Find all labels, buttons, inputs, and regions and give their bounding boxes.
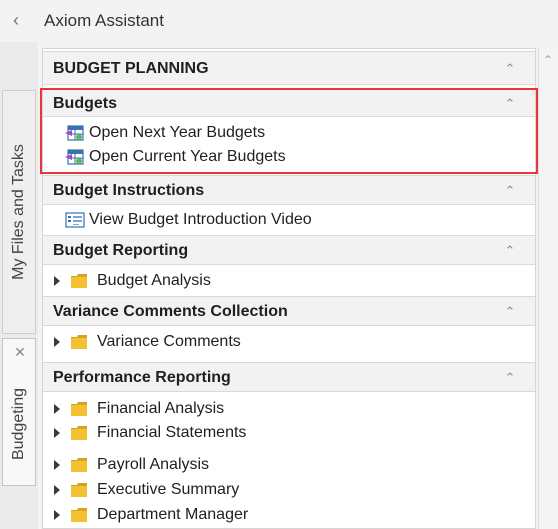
expand-arrow-icon[interactable]	[54, 276, 60, 286]
side-tab-strip: My Files and Tasks ✕ Budgeting	[0, 42, 38, 529]
folder-icon	[71, 458, 87, 472]
section-header-performance-reporting[interactable]: Performance Reporting ⌃	[43, 362, 535, 392]
section-header-budget-planning[interactable]: BUDGET PLANNING ⌃	[43, 51, 535, 85]
chevron-up-icon[interactable]: ⌃	[503, 370, 517, 385]
top-bar: ‹ Axiom Assistant	[0, 0, 558, 42]
chevron-up-icon[interactable]: ⌃	[503, 304, 517, 319]
folder-label: Variance Comments	[97, 333, 241, 350]
video-icon	[65, 212, 85, 228]
section-title: BUDGET PLANNING	[53, 60, 209, 77]
task-view-budget-introduction-video[interactable]: View Budget Introduction Video	[43, 209, 535, 231]
folder-label: Financial Statements	[97, 424, 247, 441]
task-open-current-year-budgets[interactable]: Open Current Year Budgets	[43, 146, 535, 168]
folder-icon	[71, 508, 87, 522]
expand-arrow-icon[interactable]	[54, 428, 60, 438]
tab-label: My Files and Tasks	[10, 144, 27, 280]
folder-variance-comments[interactable]: Variance Comments	[43, 331, 535, 353]
close-icon[interactable]: ✕	[13, 345, 27, 359]
folder-icon	[71, 483, 87, 497]
expand-arrow-icon[interactable]	[54, 510, 60, 520]
task-open-next-year-budgets[interactable]: Open Next Year Budgets	[43, 122, 535, 144]
folder-budget-analysis[interactable]: Budget Analysis	[43, 270, 535, 292]
folder-icon	[71, 402, 87, 416]
task-label: Open Next Year Budgets	[89, 124, 266, 141]
folder-executive-summary[interactable]: Executive Summary	[43, 479, 535, 501]
section-header-budget-instructions[interactable]: Budget Instructions ⌃	[43, 175, 535, 205]
expand-arrow-icon[interactable]	[54, 337, 60, 347]
folder-label: Executive Summary	[97, 481, 240, 498]
budget-grid-icon	[65, 149, 84, 165]
chevron-left-icon[interactable]: ‹	[13, 10, 29, 30]
folder-icon	[71, 274, 87, 288]
expand-arrow-icon[interactable]	[54, 404, 60, 414]
section-header-budget-reporting[interactable]: Budget Reporting ⌃	[43, 235, 535, 265]
section-header-variance-comments-collection[interactable]: Variance Comments Collection ⌃	[43, 296, 535, 326]
expand-arrow-icon[interactable]	[54, 485, 60, 495]
vertical-scrollbar[interactable]: ⌃	[538, 48, 556, 529]
section-title: Performance Reporting	[53, 369, 231, 386]
tab-budgeting[interactable]: ✕ Budgeting	[2, 338, 36, 486]
folder-label: Budget Analysis	[97, 272, 211, 289]
folder-icon	[71, 426, 87, 440]
app-title: Axiom Assistant	[44, 11, 164, 30]
task-pane: BUDGET PLANNING ⌃ Budgets ⌃ Open Next Ye…	[42, 48, 536, 529]
folder-label: Payroll Analysis	[97, 456, 210, 473]
folder-label: Department Manager	[97, 506, 249, 523]
folder-department-manager[interactable]: Department Manager	[43, 504, 535, 526]
section-title: Budget Instructions	[53, 182, 205, 199]
folder-financial-statements[interactable]: Financial Statements	[43, 422, 535, 444]
section-title: Budget Reporting	[53, 242, 189, 259]
task-label: View Budget Introduction Video	[89, 211, 312, 228]
folder-payroll-analysis[interactable]: Payroll Analysis	[43, 454, 535, 476]
expand-arrow-icon[interactable]	[54, 460, 60, 470]
section-title: Variance Comments Collection	[53, 303, 288, 320]
section-header-budgets[interactable]: Budgets ⌃	[43, 89, 535, 117]
tab-my-files-and-tasks[interactable]: My Files and Tasks	[2, 90, 36, 334]
task-label: Open Current Year Budgets	[89, 148, 286, 165]
folder-financial-analysis[interactable]: Financial Analysis	[43, 398, 535, 420]
chevron-up-icon[interactable]: ⌃	[503, 61, 517, 76]
chevron-up-icon[interactable]: ⌃	[503, 243, 517, 258]
chevron-up-icon[interactable]: ⌃	[503, 96, 517, 111]
tab-label: Budgeting	[10, 387, 27, 460]
chevron-up-icon[interactable]: ⌃	[503, 183, 517, 198]
section-title: Budgets	[53, 95, 117, 112]
budget-grid-icon	[65, 125, 84, 141]
scroll-up-icon[interactable]: ⌃	[541, 54, 555, 66]
folder-label: Financial Analysis	[97, 400, 225, 417]
folder-icon	[71, 335, 87, 349]
